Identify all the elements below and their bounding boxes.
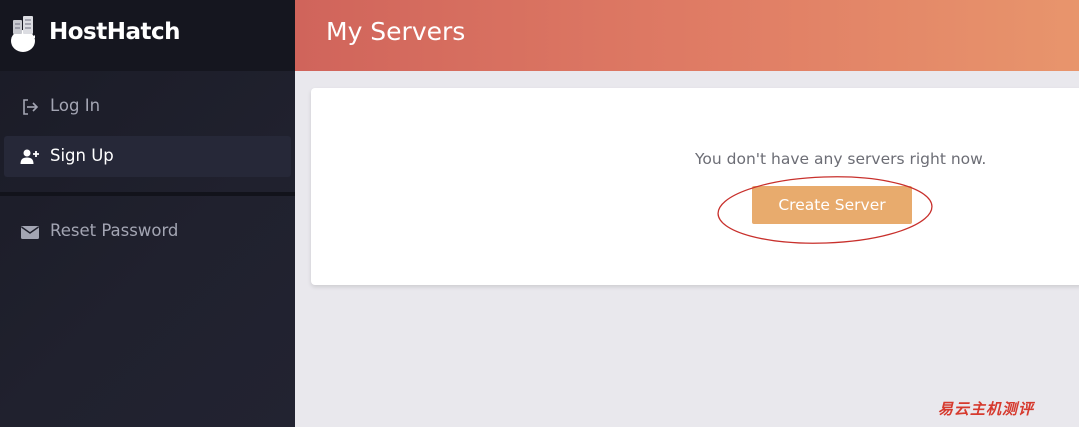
sidebar-item-label: Log In <box>50 96 101 115</box>
page-header: My Servers <box>295 0 1079 71</box>
sidebar-item-label: Sign Up <box>50 146 114 165</box>
sign-in-icon <box>23 99 39 115</box>
servers-card: You don't have any servers right now. Cr… <box>311 88 1079 285</box>
user-plus-icon <box>20 149 39 164</box>
brand-bar[interactable]: HostHatch <box>0 0 295 71</box>
page-title: My Servers <box>326 17 466 46</box>
sidebar-item-label: Reset Password <box>50 221 179 240</box>
brand-name: HostHatch <box>49 19 181 45</box>
sidebar-divider <box>0 192 295 196</box>
watermark-text: 易云主机测评 <box>938 400 1035 418</box>
app-window: HostHatch Log In Sign Up Reset Password … <box>0 0 1079 427</box>
envelope-icon <box>21 226 39 239</box>
egg-server-logo-icon <box>11 16 35 52</box>
sidebar-item-log-in[interactable]: Log In <box>4 86 291 127</box>
sidebar-item-reset-password[interactable]: Reset Password <box>4 211 291 252</box>
sidebar-item-sign-up[interactable]: Sign Up <box>4 136 291 177</box>
empty-state-message: You don't have any servers right now. <box>695 150 987 168</box>
create-server-button[interactable]: Create Server <box>752 186 912 224</box>
sidebar: HostHatch Log In Sign Up Reset Password <box>0 0 295 427</box>
